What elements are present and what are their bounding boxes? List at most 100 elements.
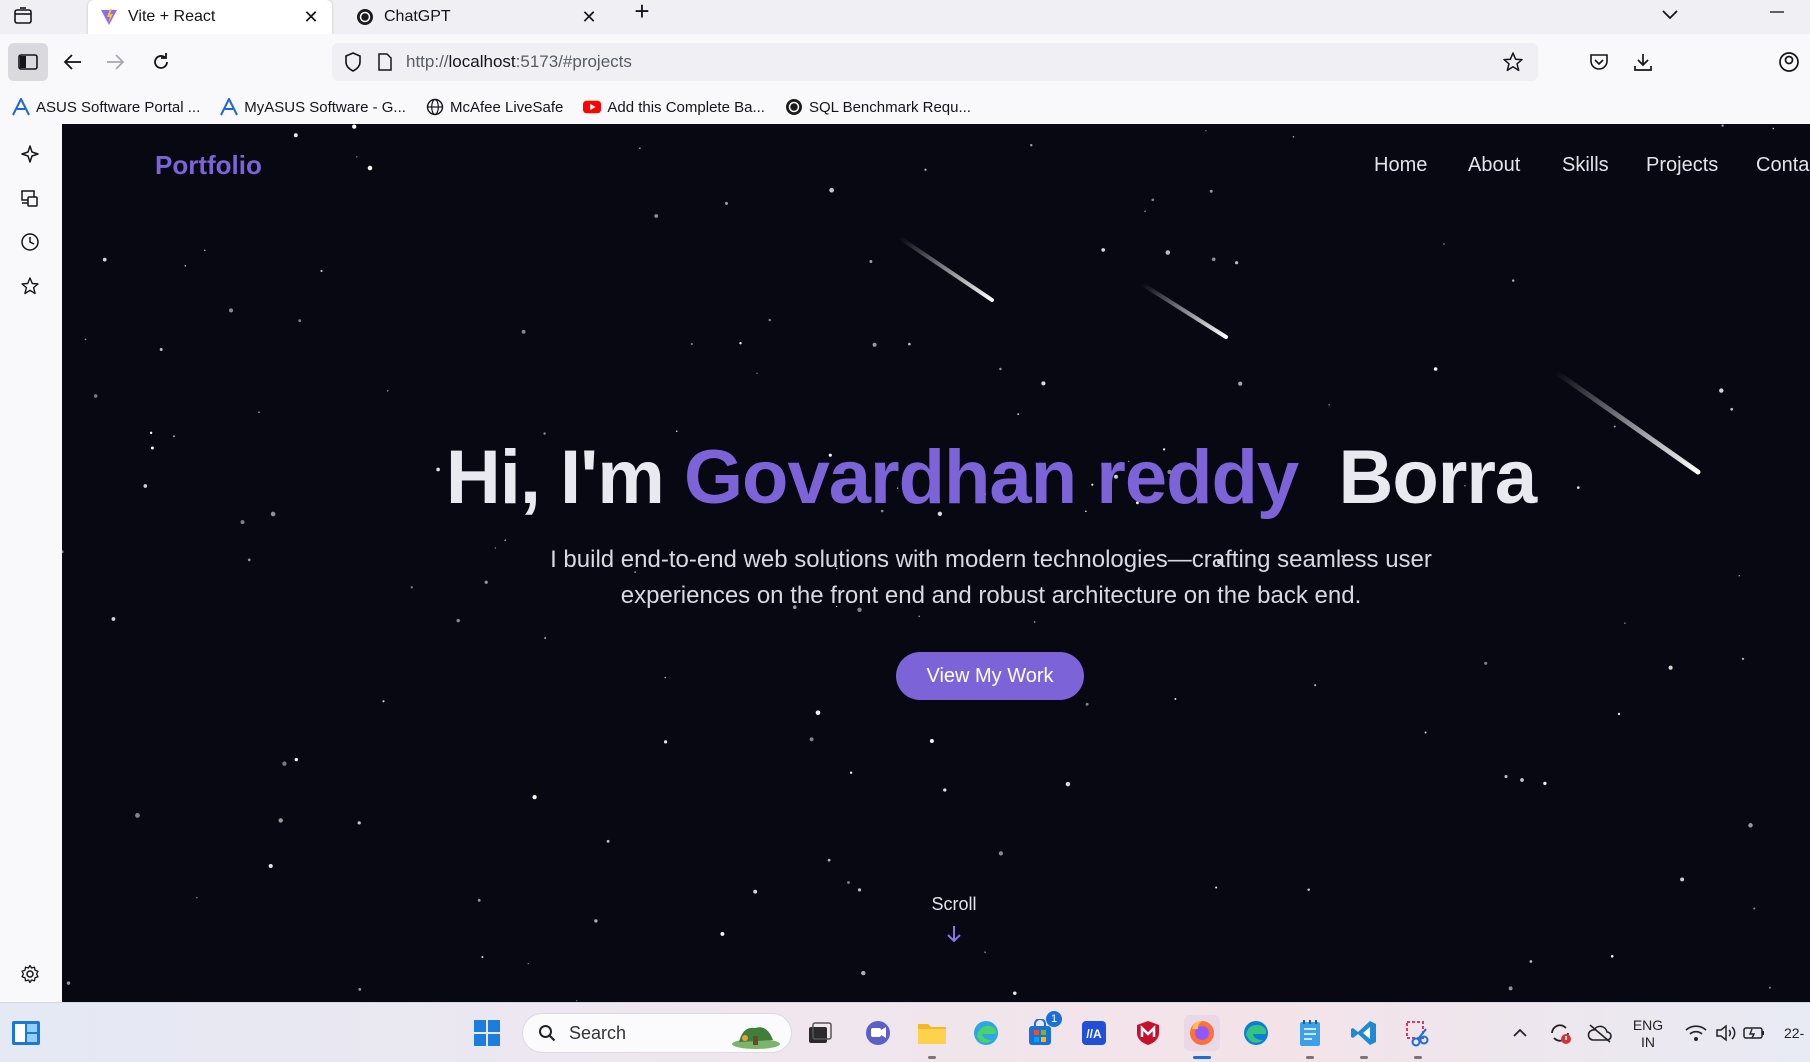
forward-button[interactable] [100, 47, 130, 77]
nav-link-contact[interactable]: Conta [1756, 154, 1809, 177]
star-dot [102, 257, 107, 262]
star-dot [258, 411, 260, 413]
star-dot [664, 676, 666, 679]
firefox-icon [1190, 1021, 1214, 1045]
star-dot [676, 430, 678, 433]
close-tab-icon[interactable]: ✕ [300, 6, 322, 28]
tab-list-button[interactable] [10, 4, 36, 28]
file-explorer-button[interactable] [914, 1015, 950, 1059]
star-dot [724, 201, 729, 205]
sync-status-button[interactable] [1542, 1015, 1578, 1051]
bookmark-label: ASUS Software Portal ... [36, 98, 201, 116]
pocket-button[interactable] [1584, 47, 1614, 77]
search-placeholder: Search [569, 1022, 627, 1043]
bookmark-label: MyASUS Software - G... [244, 98, 406, 116]
star-dot [827, 858, 831, 862]
download-icon [1634, 54, 1652, 71]
star-dot [1238, 381, 1243, 386]
edge-button[interactable] [1238, 1015, 1274, 1051]
star-dot [1174, 698, 1177, 700]
account-button[interactable] [1774, 47, 1804, 77]
widgets-button[interactable] [8, 1015, 44, 1051]
star-dot [456, 618, 460, 623]
downloads-button[interactable] [1628, 47, 1658, 77]
myasus-app-button[interactable]: //A [1076, 1015, 1112, 1051]
synced-tabs-button[interactable] [16, 184, 44, 212]
bookmark-mcafee-livesafe[interactable]: McAfee LiveSafe [426, 98, 563, 116]
close-tab-icon[interactable]: ✕ [578, 6, 600, 28]
bookmark-asus-software-portal[interactable]: ASUS Software Portal ... [12, 98, 200, 116]
windows-logo-icon [474, 1020, 500, 1046]
clock-date[interactable]: 22- [1784, 1025, 1810, 1042]
nav-link-home[interactable]: Home [1374, 154, 1427, 177]
view-my-work-button[interactable]: View My Work [896, 652, 1084, 700]
nav-link-about[interactable]: About [1468, 154, 1520, 177]
firefox-button[interactable] [1184, 1015, 1220, 1059]
tab-vite-react[interactable]: Vite + React ✕ [88, 0, 332, 34]
nav-link-projects[interactable]: Projects [1646, 154, 1718, 177]
star-dot [1772, 127, 1775, 130]
vscode-button[interactable] [1346, 1015, 1382, 1059]
star-dot [929, 738, 934, 744]
notepad-button[interactable] [1292, 1015, 1328, 1059]
customize-sidebar-button[interactable] [16, 960, 44, 988]
onedrive-button[interactable] [1582, 1015, 1618, 1051]
bookmark-myasus-software[interactable]: MyASUS Software - G... [220, 98, 406, 116]
bookmarks-sidebar-button[interactable] [16, 272, 44, 300]
show-hidden-icons-button[interactable] [1502, 1015, 1538, 1051]
clock-icon [21, 233, 39, 251]
sidebar-icon [18, 54, 38, 70]
sparkle-icon [21, 145, 39, 163]
star-dot [135, 813, 140, 818]
taskbar-search-box[interactable]: Search [522, 1013, 792, 1053]
running-indicator [1193, 1056, 1211, 1059]
shooting-star [1140, 282, 1228, 339]
shield-icon[interactable] [342, 51, 364, 73]
nav-link-skills[interactable]: Skills [1562, 154, 1609, 177]
hero-name-accent: Govardhan reddy [683, 435, 1299, 520]
minimize-window-button[interactable] [1764, 2, 1790, 22]
sidebar-toggle-button[interactable] [8, 43, 48, 81]
history-button[interactable] [16, 228, 44, 256]
reload-button[interactable] [146, 47, 176, 77]
star-dot [352, 124, 357, 129]
mcafee-button[interactable] [1130, 1015, 1166, 1051]
task-view-button[interactable] [802, 1015, 838, 1051]
navigation-toolbar: http://localhost:5173/#projects [0, 34, 1810, 90]
star-dot [1624, 622, 1626, 624]
new-tab-button[interactable]: + [628, 0, 656, 24]
bookmark-star-icon[interactable] [1500, 49, 1526, 75]
battery-button[interactable] [1736, 1015, 1772, 1051]
url-bar[interactable]: http://localhost:5173/#projects [332, 43, 1538, 81]
bookmark-sql-benchmark[interactable]: SQL Benchmark Requ... [785, 98, 971, 116]
teams-chat-button[interactable] [860, 1015, 896, 1051]
edge-icon [1244, 1021, 1268, 1045]
star-dot [1101, 248, 1106, 252]
mcafee-icon [1137, 1021, 1159, 1045]
ai-chatbot-button[interactable] [16, 140, 44, 168]
star-dot [1613, 425, 1616, 428]
url-text[interactable]: http://localhost:5173/#projects [406, 52, 1500, 72]
snipping-tool-button[interactable] [1400, 1015, 1436, 1059]
input-language-indicator[interactable]: ENG IN [1630, 1017, 1666, 1051]
folder-icon [918, 1024, 946, 1044]
star-dot [1433, 367, 1438, 371]
bookmark-label: Add this Complete Ba... [607, 98, 765, 116]
back-button[interactable] [58, 47, 88, 77]
star-dot [84, 338, 87, 341]
start-button[interactable] [469, 1015, 505, 1051]
star-dot [847, 881, 850, 884]
star-dot [1211, 257, 1216, 262]
star-dot [1543, 781, 1547, 786]
scroll-indicator-label[interactable]: Scroll [904, 894, 1004, 915]
bookmark-add-this-complete[interactable]: Add this Complete Ba... [583, 98, 765, 116]
star-dot [861, 970, 866, 976]
page-icon [376, 52, 394, 72]
microsoft-store-button[interactable]: 1 [1022, 1011, 1062, 1051]
tab-chatgpt[interactable]: ChatGPT ✕ [344, 0, 610, 34]
edge-dev-button[interactable] [968, 1015, 1004, 1051]
chevron-up-icon [1513, 1028, 1527, 1037]
list-all-tabs-button[interactable] [1658, 2, 1682, 26]
arrow-down-icon[interactable] [942, 922, 966, 946]
star-dot [527, 963, 529, 965]
